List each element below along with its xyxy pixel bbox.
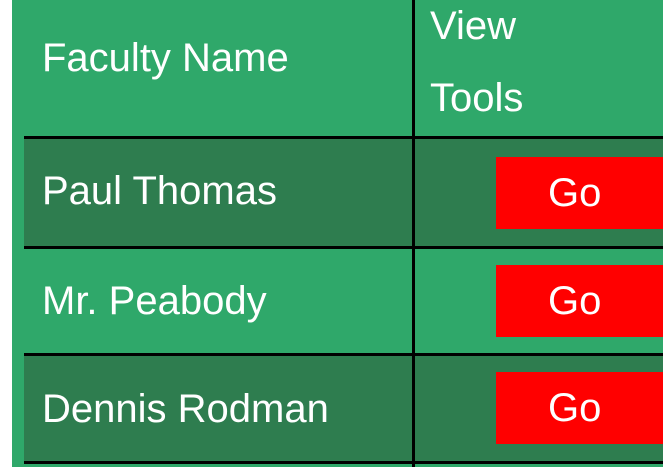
table-header-row: Faculty Name View Tools — [24, 0, 663, 139]
faculty-name-cell: Paul Thomas — [42, 169, 277, 213]
go-button[interactable]: Go — [496, 372, 663, 444]
header-view-tools: View Tools — [430, 0, 630, 134]
go-button[interactable]: Go — [496, 265, 663, 337]
table-row: Dennis Rodman Go — [24, 356, 663, 464]
header-view-tools-line2: Tools — [430, 76, 524, 120]
column-divider — [412, 0, 415, 467]
table-row: Mr. Peabody Go — [24, 249, 663, 356]
header-faculty-name: Faculty Name — [42, 36, 289, 80]
go-button[interactable]: Go — [496, 157, 663, 229]
faculty-name-cell: Mr. Peabody — [42, 279, 267, 323]
faculty-table: Faculty Name View Tools Paul Thomas Go M… — [24, 0, 663, 467]
faculty-table-frame: Faculty Name View Tools Paul Thomas Go M… — [0, 0, 663, 467]
header-view-tools-line1: View — [430, 4, 516, 48]
faculty-name-cell: Dennis Rodman — [42, 387, 329, 431]
table-row: Paul Thomas Go — [24, 139, 663, 249]
